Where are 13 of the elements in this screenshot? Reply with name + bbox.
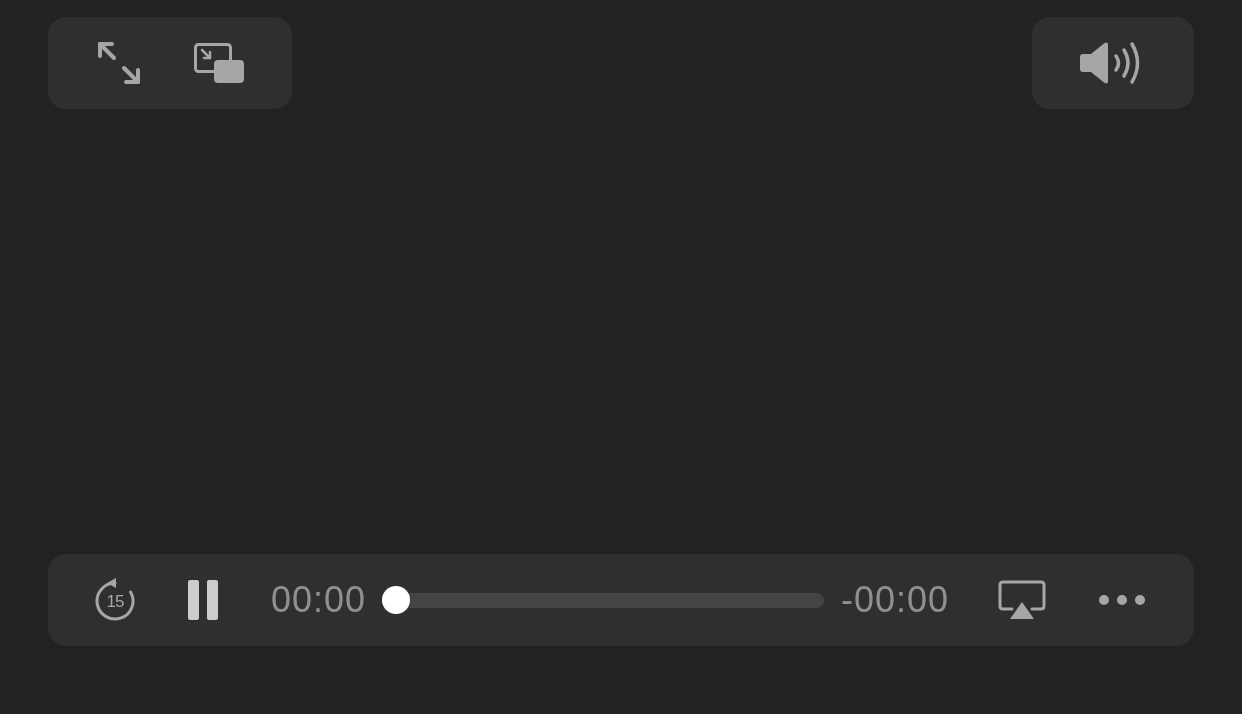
elapsed-time: 00:00 bbox=[271, 579, 367, 621]
skip-back-button[interactable]: 15 bbox=[91, 575, 139, 625]
expand-arrows-icon bbox=[96, 40, 142, 86]
pause-button[interactable] bbox=[185, 577, 221, 623]
screen-with-triangle-icon bbox=[998, 580, 1046, 620]
pause-icon bbox=[188, 580, 218, 620]
more-dots-icon bbox=[1098, 594, 1146, 606]
remaining-time: -00:00 bbox=[840, 579, 949, 621]
progress-thumb[interactable] bbox=[382, 586, 411, 614]
picture-in-picture-icon bbox=[194, 43, 244, 83]
progress-track[interactable] bbox=[382, 586, 824, 614]
picture-in-picture-button[interactable] bbox=[191, 40, 247, 86]
circular-arrow-icon bbox=[94, 578, 136, 622]
